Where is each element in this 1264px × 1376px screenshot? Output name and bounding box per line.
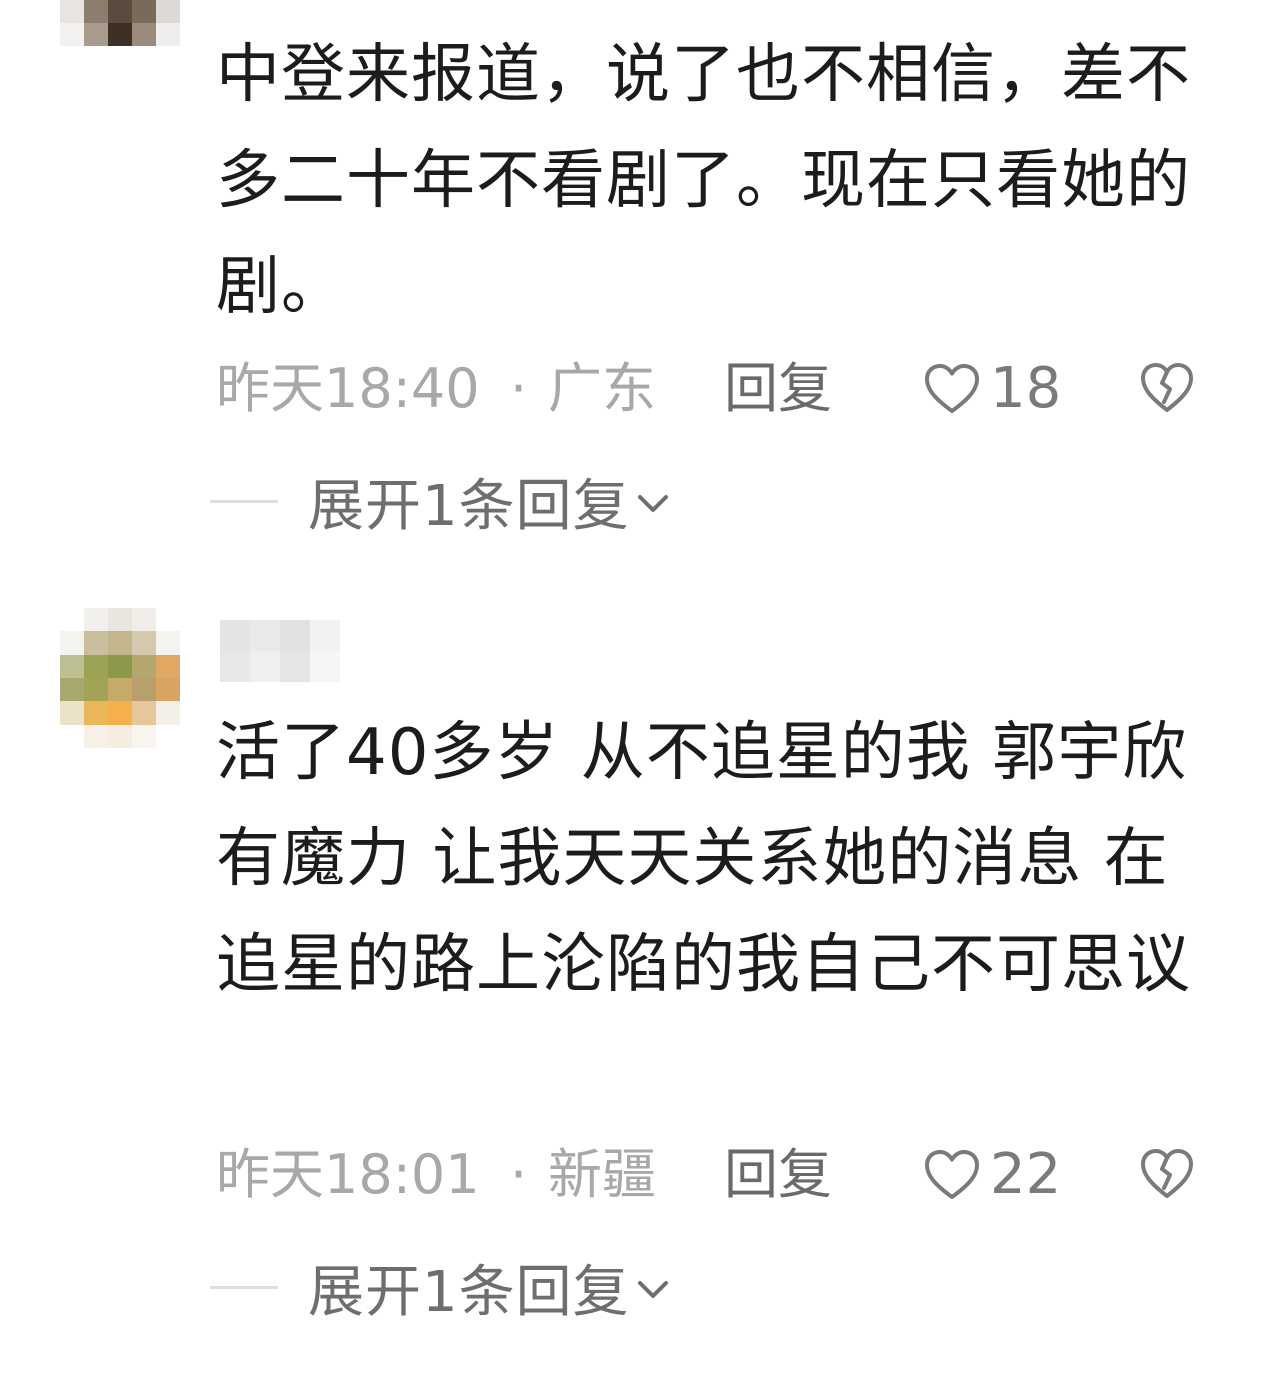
chevron-down-icon [637,1281,668,1298]
divider [210,499,278,503]
avatar[interactable] [60,608,180,748]
comment-text: 中登来报道，说了也不相信，差不多二十年不看剧了。现在只看她的剧。 [216,38,1191,324]
reply-button[interactable]: 回复 [724,1140,832,1210]
meta-separator: · [510,357,528,420]
expand-replies-button[interactable]: 展开1条回复 [210,1252,670,1325]
comment-region: 广东 [548,357,656,420]
heart-outline-icon [925,1150,979,1199]
comment-time: 昨天18:01 [216,1143,480,1206]
avatar[interactable] [60,0,180,46]
like-button[interactable]: 22 [924,1140,1061,1210]
comment-meta: 昨天18:01 · 新疆 回复 22 [216,1140,1216,1210]
comment-time: 昨天18:40 [216,357,480,420]
expand-replies-button[interactable]: 展开1条回复 [210,466,670,539]
comment-meta: 昨天18:40 · 广东 回复 18 [216,354,1216,424]
expand-replies-label: 展开1条回复 [308,473,630,539]
dislike-button[interactable] [1140,1148,1194,1213]
expand-replies-label: 展开1条回复 [308,1259,630,1325]
like-count: 22 [990,1142,1062,1207]
like-count: 18 [990,356,1062,421]
dislike-button[interactable] [1140,362,1194,427]
heart-outline-icon [925,364,979,413]
divider [210,1285,278,1289]
comment-region: 新疆 [548,1143,656,1206]
chevron-down-icon [637,495,668,512]
username[interactable] [220,620,340,682]
reply-button[interactable]: 回复 [724,354,832,424]
meta-separator: · [510,1143,528,1206]
like-button[interactable]: 18 [924,354,1061,424]
broken-heart-icon [1141,363,1193,412]
broken-heart-icon [1141,1149,1193,1198]
comment-text: 活了40多岁 从不追星的我 郭宇欣有魔力 让我天天关系她的消息 在追星的路上沦陷… [216,716,1191,1002]
